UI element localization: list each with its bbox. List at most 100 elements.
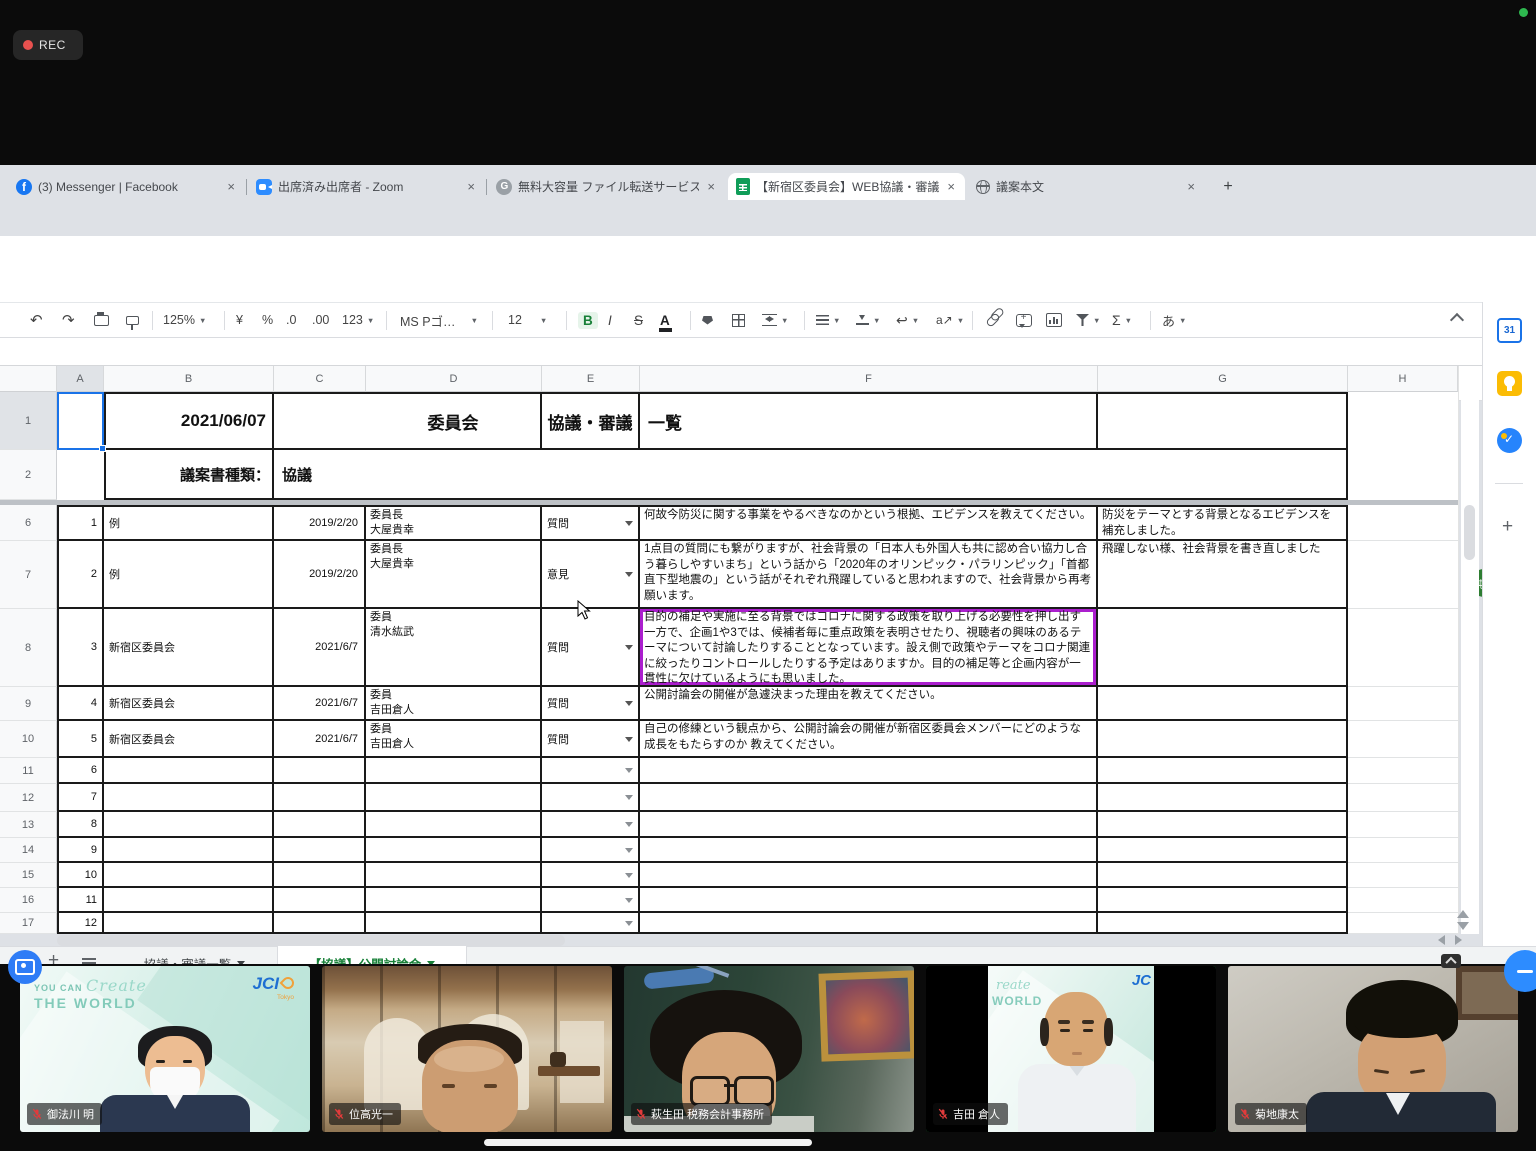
cell-A9[interactable]: 4 (57, 687, 104, 721)
cell-A12[interactable]: 7 (57, 784, 104, 812)
cell-B14[interactable] (104, 838, 274, 863)
functions-icon[interactable]: Σ▼ (1112, 303, 1132, 337)
browser-tab-5[interactable]: 議案本文× (968, 173, 1205, 200)
cell-B15[interactable] (104, 863, 274, 888)
cell-G10[interactable] (1098, 721, 1348, 758)
cell-B7[interactable]: 例 (104, 541, 274, 609)
dropdown-arrow-icon[interactable] (625, 521, 633, 530)
dropdown-arrow-icon[interactable] (625, 848, 633, 857)
cell-G9[interactable] (1098, 687, 1348, 721)
cell-D15[interactable] (366, 863, 542, 888)
zoom-select[interactable]: 125%▼ (163, 303, 206, 337)
merge-cells-icon[interactable]: ▼ (762, 303, 788, 337)
borders-icon[interactable] (732, 303, 745, 337)
cell-G17[interactable] (1098, 913, 1348, 934)
scroll-right-icon[interactable] (1455, 935, 1462, 945)
fill-handle[interactable] (99, 445, 106, 452)
tab-close-icon[interactable]: × (225, 179, 237, 194)
browser-tab-2[interactable]: 出席済み出席者 - Zoom× (248, 173, 485, 200)
row-header-2[interactable]: 2 (0, 450, 57, 500)
row-header-13[interactable]: 13 (0, 812, 57, 838)
tab-close-icon[interactable]: × (705, 179, 717, 194)
participant-video-5[interactable]: 菊地康太 (1228, 966, 1518, 1132)
cell-D8[interactable]: 委員 清水紘武 (366, 609, 542, 687)
cell-H11[interactable] (1348, 758, 1458, 784)
selected-cell-A1[interactable] (57, 392, 104, 450)
cell-C11[interactable] (274, 758, 366, 784)
cell-E9[interactable]: 質問 (542, 687, 640, 721)
cell-B9[interactable]: 新宿区委員会 (104, 687, 274, 721)
scroll-down-icon[interactable] (1457, 922, 1469, 930)
grid-corner[interactable] (0, 366, 57, 392)
cell-F13[interactable] (640, 812, 1098, 838)
column-header-F[interactable]: F (640, 366, 1098, 392)
dropdown-arrow-icon[interactable] (625, 898, 633, 907)
cell-C13[interactable] (274, 812, 366, 838)
text-color-button[interactable]: A (660, 303, 670, 337)
new-tab-button[interactable]: + (1218, 177, 1238, 197)
cell-C15[interactable] (274, 863, 366, 888)
keep-icon[interactable] (1497, 371, 1522, 396)
row-header-15[interactable]: 15 (0, 863, 57, 888)
cell-H13[interactable] (1348, 812, 1458, 838)
cell-E13[interactable] (542, 812, 640, 838)
strikethrough-button[interactable]: S (634, 303, 643, 337)
cell-E1[interactable]: 協議・審議 (542, 392, 640, 450)
horizontal-align-icon[interactable]: ▼ (816, 303, 840, 337)
cell-B10[interactable]: 新宿区委員会 (104, 721, 274, 758)
cell-G16[interactable] (1098, 888, 1348, 913)
browser-tab-3[interactable]: 無料大容量 ファイル転送サービス Gi× (488, 173, 725, 200)
cell-E16[interactable] (542, 888, 640, 913)
tasks-icon[interactable] (1497, 428, 1522, 453)
collapse-toolbar-icon[interactable] (1452, 303, 1462, 337)
row-header-6[interactable]: 6 (0, 505, 57, 541)
cell-A6[interactable]: 1 (57, 505, 104, 541)
cell-E6[interactable]: 質問 (542, 505, 640, 541)
row-header-14[interactable]: 14 (0, 838, 57, 863)
cell-H12[interactable] (1348, 784, 1458, 812)
cell-H6[interactable] (1348, 505, 1458, 541)
text-rotation-icon[interactable]: a↗▼ (936, 303, 964, 337)
cell-A14[interactable]: 9 (57, 838, 104, 863)
cell-C7[interactable]: 2019/2/20 (274, 541, 366, 609)
cell-F7[interactable]: 1点目の質問にも繋がりますが、社会背景の「日本人も外国人も共に認め合い協力し合う… (640, 541, 1098, 609)
cell-H16[interactable] (1348, 888, 1458, 913)
cell-D6[interactable]: 委員長 大屋貴幸 (366, 505, 542, 541)
column-header-D[interactable]: D (366, 366, 542, 392)
cell-G11[interactable] (1098, 758, 1348, 784)
row-header-8[interactable]: 8 (0, 609, 57, 687)
cell-D16[interactable] (366, 888, 542, 913)
row-header-11[interactable]: 11 (0, 758, 57, 784)
cell-H14[interactable] (1348, 838, 1458, 863)
cell-D14[interactable] (366, 838, 542, 863)
dropdown-arrow-icon[interactable] (625, 572, 633, 581)
cell-C9[interactable]: 2021/6/7 (274, 687, 366, 721)
vertical-scrollbar-thumb[interactable] (1464, 505, 1475, 560)
cell-D9[interactable]: 委員 吉田倉人 (366, 687, 542, 721)
collapse-gallery-icon[interactable] (1441, 954, 1461, 968)
cell-F1[interactable]: 一覧 (640, 392, 1098, 450)
cell-A11[interactable]: 6 (57, 758, 104, 784)
insert-link-icon[interactable] (986, 303, 1000, 337)
decrease-decimal-button[interactable]: .0 (286, 303, 296, 337)
participant-video-2[interactable]: 位高光一 (322, 966, 612, 1132)
cell-G12[interactable] (1098, 784, 1348, 812)
cell-E11[interactable] (542, 758, 640, 784)
format-currency-button[interactable]: ¥ (236, 303, 243, 337)
cell-C14[interactable] (274, 838, 366, 863)
dropdown-arrow-icon[interactable] (625, 921, 633, 930)
cell-H10[interactable] (1348, 721, 1458, 758)
more-formats-button[interactable]: 123▼ (342, 303, 374, 337)
cell-F15[interactable] (640, 863, 1098, 888)
cell-F6[interactable]: 何故今防災に関する事業をやるべきなのかという根拠、エビデンスを教えてください。 (640, 505, 1098, 541)
cell-F10[interactable]: 自己の修練という観点から、公開討論会の開催が新宿区委員会メンバーにどのような成長… (640, 721, 1098, 758)
vertical-align-icon[interactable]: ▼ (856, 303, 880, 337)
cell-D13[interactable] (366, 812, 542, 838)
dropdown-arrow-icon[interactable] (625, 645, 633, 654)
cell-E10[interactable]: 質問 (542, 721, 640, 758)
paint-format-icon[interactable] (126, 303, 139, 337)
cell-B17[interactable] (104, 913, 274, 934)
column-header-A[interactable]: A (57, 366, 104, 392)
tab-close-icon[interactable]: × (465, 179, 477, 194)
cell-B6[interactable]: 例 (104, 505, 274, 541)
